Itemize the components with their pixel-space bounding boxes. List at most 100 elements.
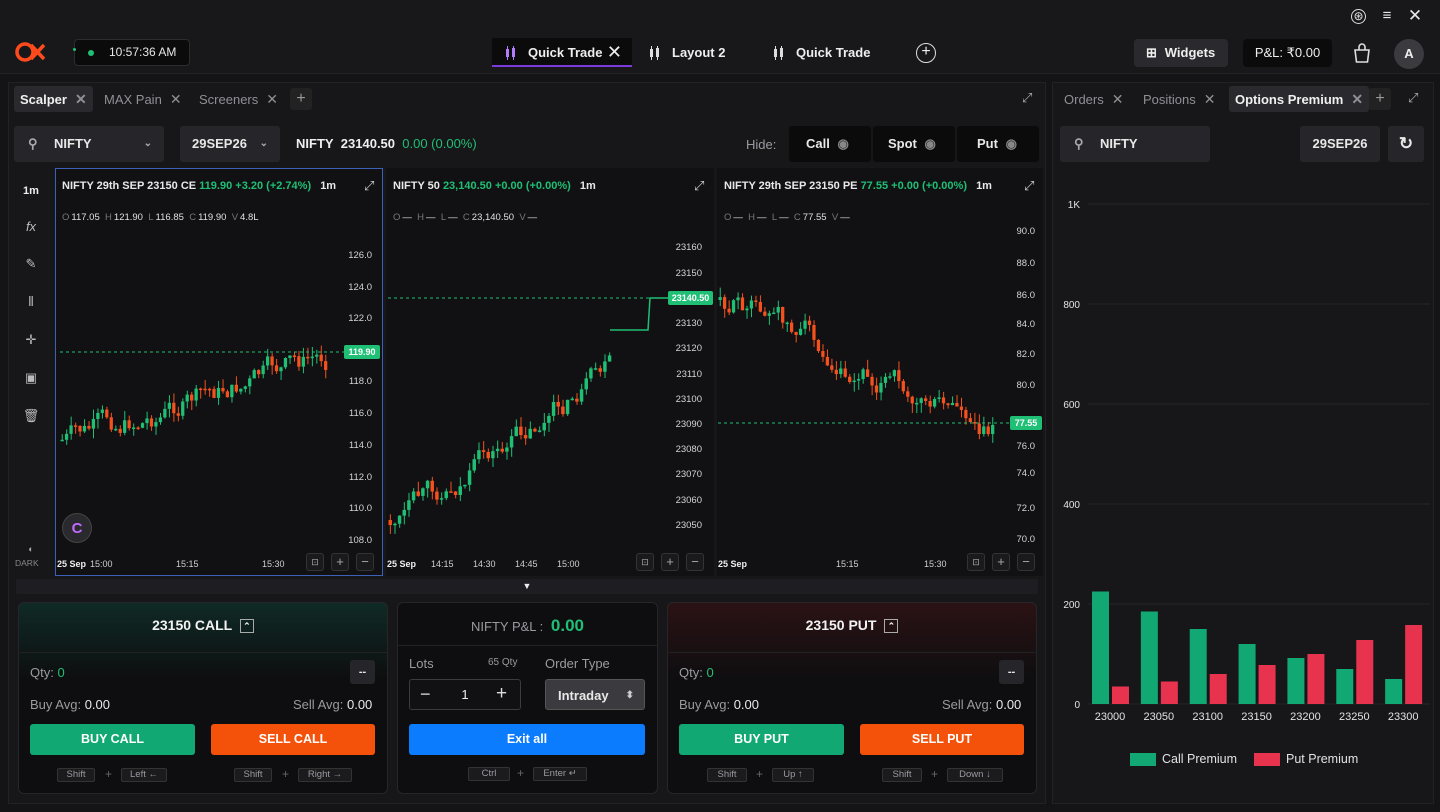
candle-body: [203, 388, 207, 391]
candle-body: [718, 297, 722, 300]
candle-body: [73, 425, 78, 427]
candle-body: [789, 322, 794, 332]
high-value: —: [757, 212, 767, 223]
put-qty: Qty: 0: [679, 665, 714, 680]
candle-body: [937, 397, 941, 400]
close-tab-icon[interactable]: ✕: [1351, 91, 1363, 107]
reset-zoom-button[interactable]: ⊡: [636, 553, 654, 571]
expand-chart-icon[interactable]: ⤢: [694, 178, 704, 194]
candle-body: [439, 498, 444, 500]
candle-body: [740, 297, 745, 311]
candle-body: [727, 308, 731, 313]
zoom-out-button[interactable]: −: [1017, 553, 1035, 571]
refresh-icon[interactable]: ↻: [1388, 126, 1424, 162]
candle-body: [486, 451, 490, 459]
buy-put-button[interactable]: BUY PUT: [679, 724, 844, 755]
candle-body: [257, 370, 261, 375]
reset-zoom-button[interactable]: ⊡: [967, 553, 985, 571]
y-tick-label: 400: [1063, 500, 1080, 511]
candle-body: [959, 406, 964, 410]
lots-stepper[interactable]: − 1 +: [409, 679, 521, 710]
tab-options-premium[interactable]: Options Premium ✕: [1229, 86, 1370, 112]
candle-body: [825, 356, 829, 366]
high-value: 121.90: [113, 212, 143, 223]
candle-body: [495, 448, 500, 452]
candle-body: [181, 401, 185, 416]
reset-zoom-button[interactable]: ⊡: [306, 553, 324, 571]
strike-label: 23150: [1241, 711, 1272, 723]
candle-body: [69, 425, 73, 434]
candle-body: [64, 433, 69, 440]
call-premium-bar: [1336, 669, 1354, 704]
right-expiry-select[interactable]: 29SEP26: [1300, 126, 1380, 162]
candle-body: [897, 370, 901, 382]
y-tick-label: 122.0: [348, 313, 372, 324]
candle-body: [123, 420, 127, 433]
call-qty: Qty: 0: [30, 665, 65, 680]
candle-body: [807, 320, 812, 325]
y-tick-label: 80.0: [1016, 380, 1036, 391]
y-tick-label: 124.0: [348, 282, 372, 293]
candle-body: [870, 376, 874, 386]
y-tick-label: 23070: [675, 469, 702, 480]
close-tab-icon[interactable]: ✕: [1112, 91, 1124, 107]
candle-body: [781, 306, 785, 323]
candle-body: [430, 480, 434, 492]
call-buy-avg: Buy Avg: 0.00: [30, 697, 110, 712]
candle-body: [731, 300, 736, 313]
shortcut-key: Shift: [234, 768, 272, 782]
candle-body: [283, 357, 288, 368]
expand-chart-icon[interactable]: ⤢: [1024, 178, 1034, 194]
expand-icon[interactable]: ⤢: [1408, 90, 1418, 106]
candle-body: [100, 409, 104, 413]
assistant-icon[interactable]: C: [62, 513, 92, 543]
candle-body: [397, 515, 402, 524]
candle-body: [547, 415, 551, 423]
buy-call-button[interactable]: BUY CALL: [30, 724, 195, 755]
plus-sign: +: [756, 767, 764, 781]
zoom-out-button[interactable]: −: [686, 553, 704, 571]
candle-body: [127, 420, 131, 429]
y-tick-label: 0: [1074, 700, 1080, 711]
low-value: 116.85: [155, 212, 184, 223]
candle-body: [946, 403, 950, 406]
expand-chart-icon[interactable]: ⤢: [364, 178, 374, 194]
candle-body: [172, 402, 176, 414]
close-value: 23,140.50: [471, 212, 515, 223]
order-type-select[interactable]: Intraday ⬍: [545, 679, 645, 710]
sell-put-button[interactable]: SELL PUT: [860, 724, 1024, 755]
zoom-in-button[interactable]: +: [661, 553, 679, 571]
qty-menu-button[interactable]: --: [999, 660, 1024, 684]
sell-call-button[interactable]: SELL CALL: [211, 724, 375, 755]
candle-body: [848, 376, 852, 382]
zoom-in-button[interactable]: +: [992, 553, 1010, 571]
add-widget-tab-button[interactable]: +: [1369, 88, 1391, 110]
zoom-out-button[interactable]: −: [356, 553, 374, 571]
candle-body: [754, 300, 758, 303]
candle-body: [977, 423, 981, 435]
candle-body: [812, 324, 816, 340]
x-date: 25 Sep: [57, 559, 87, 569]
candle-body: [785, 322, 789, 325]
shortcut-key: Down ↓: [947, 768, 1003, 782]
candle-body: [821, 351, 825, 357]
qty-menu-button[interactable]: --: [350, 660, 375, 684]
tab-orders[interactable]: Orders ✕: [1058, 86, 1129, 112]
candle-body: [919, 398, 923, 403]
caret-down-icon: ▼: [522, 581, 532, 591]
candle-body: [140, 423, 145, 428]
candle-body: [248, 378, 252, 387]
close-tab-icon[interactable]: ✕: [1204, 91, 1216, 107]
exit-all-button[interactable]: Exit all: [409, 724, 645, 755]
chevron-up-icon[interactable]: ⌃: [884, 619, 899, 633]
chevron-up-icon[interactable]: ⌃: [239, 619, 254, 633]
increment-button[interactable]: +: [496, 683, 507, 705]
right-symbol-input[interactable]: ⚲ NIFTY: [1060, 126, 1210, 162]
candle-body: [500, 448, 504, 452]
tab-positions[interactable]: Positions ✕: [1137, 86, 1221, 112]
low-value: —: [779, 212, 789, 223]
put-premium-bar: [1356, 640, 1374, 704]
collapse-panel-toggle[interactable]: ▼: [16, 579, 1038, 594]
zoom-in-button[interactable]: +: [331, 553, 349, 571]
y-tick-label: 84.0: [1016, 319, 1036, 330]
